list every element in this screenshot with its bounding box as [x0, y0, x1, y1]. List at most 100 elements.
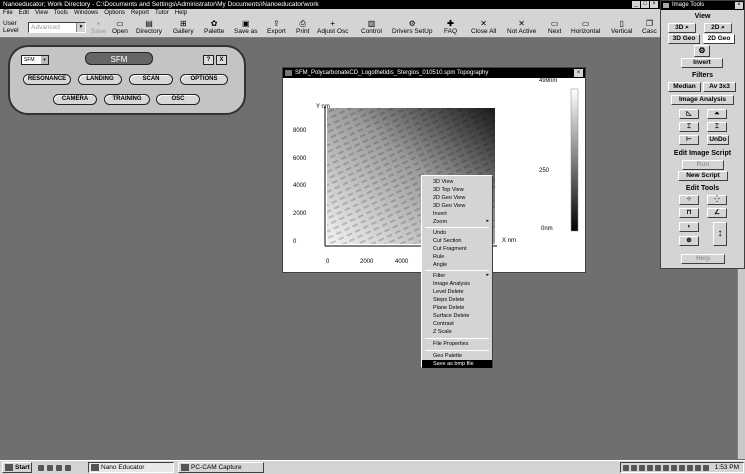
view-3d-geo-button[interactable]: 3D Geo: [668, 34, 700, 44]
menu-windows[interactable]: Windows: [74, 9, 98, 18]
next-button[interactable]: ▭ Next: [548, 19, 561, 36]
gear-icon[interactable]: ⚙: [694, 45, 710, 57]
ruler-tool-icon[interactable]: ⊓: [679, 208, 699, 218]
chevron-down-icon[interactable]: ▼: [41, 56, 48, 64]
points-tool-icon[interactable]: ⁘: [679, 195, 699, 205]
menu-item-invert[interactable]: Invert: [422, 210, 492, 218]
osc-button[interactable]: OSC: [156, 94, 200, 105]
sfm-close-button[interactable]: X: [216, 55, 227, 65]
menu-tutor[interactable]: Tutor: [155, 9, 169, 18]
menu-item-2d-geo-view[interactable]: 2D Geo View: [422, 194, 492, 202]
quick-launch-icon[interactable]: [65, 465, 71, 471]
chevron-down-icon[interactable]: ▼: [76, 23, 85, 32]
scatter-tool-icon[interactable]: ⁛: [707, 195, 727, 205]
save-as-button[interactable]: ▣ Save as: [234, 19, 258, 36]
menu-item-plane-delete[interactable]: Plane Delete: [422, 304, 492, 312]
zoom-tool-icon[interactable]: ⊕: [679, 236, 699, 246]
menu-file[interactable]: File: [3, 9, 13, 18]
sfm-help-button[interactable]: ?: [203, 55, 214, 65]
undo-filter-button[interactable]: UnDo: [707, 135, 729, 145]
view-3d-button[interactable]: 3D ⌕: [668, 23, 696, 33]
palette-button[interactable]: ✿ Palette: [204, 19, 224, 36]
drivers-setup-button[interactable]: ⚙ Drivers SetUp: [392, 19, 432, 36]
average-3x3-button[interactable]: Av 3x3: [703, 82, 736, 92]
menu-item-zoom[interactable]: Zoom: [422, 218, 492, 226]
half-circle-tool-icon[interactable]: ◗: [679, 222, 699, 232]
vertical-scrollbar[interactable]: [737, 269, 745, 459]
angle-tool-icon[interactable]: ∠: [707, 208, 727, 218]
quick-launch-icon[interactable]: [47, 465, 53, 471]
menu-item-surface-delete[interactable]: Surface Delete: [422, 312, 492, 320]
tray-icon[interactable]: [647, 465, 653, 471]
menu-help[interactable]: Help: [175, 9, 187, 18]
menu-item-3d-top-view[interactable]: 3D Top View: [422, 186, 492, 194]
print-button[interactable]: ⎙ Print: [296, 19, 309, 36]
menu-item-image-analysis[interactable]: Image Analysis: [422, 280, 492, 288]
menu-item-z-scale[interactable]: Z Scale: [422, 328, 492, 336]
open-button[interactable]: ▭ Open: [112, 19, 128, 36]
menu-item-3d-geo-view[interactable]: 3D Geo View: [422, 202, 492, 210]
tray-icon[interactable]: [663, 465, 669, 471]
menu-item-steps-delete[interactable]: Steps Delete: [422, 296, 492, 304]
menu-item-save-as-bmp[interactable]: Save as bmp file: [422, 360, 492, 368]
resonance-button[interactable]: RESONANCE: [23, 74, 71, 85]
menu-item-rule[interactable]: Rule: [422, 253, 492, 261]
menu-item-contrast[interactable]: Contrast: [422, 320, 492, 328]
menu-item-file-properties[interactable]: File Properties: [422, 340, 492, 348]
user-level-select[interactable]: Advanced ▼: [28, 22, 86, 33]
camera-button[interactable]: CAMERA: [53, 94, 97, 105]
landing-button[interactable]: LANDING: [78, 74, 122, 85]
close-button[interactable]: ×: [650, 1, 658, 8]
menu-report[interactable]: Report: [131, 9, 149, 18]
tray-icon[interactable]: [703, 465, 709, 471]
maximize-button[interactable]: □: [641, 1, 649, 8]
adjust-osc-button[interactable]: + Adjust Osc: [317, 19, 348, 36]
vertical-button[interactable]: ▯ Vertical: [611, 19, 632, 36]
faq-button[interactable]: ✚ FAQ: [444, 19, 457, 36]
tray-icon[interactable]: [631, 465, 637, 471]
invert-button[interactable]: Invert: [681, 58, 723, 68]
menu-item-undo[interactable]: Undo: [422, 229, 492, 237]
menu-item-filter[interactable]: Filter: [422, 272, 492, 280]
gallery-button[interactable]: ⊞ Gallery: [173, 19, 194, 36]
run-script-button[interactable]: Run: [682, 160, 724, 170]
menu-item-cut-section[interactable]: Cut Section: [422, 237, 492, 245]
tools-help-button[interactable]: Help: [681, 254, 725, 264]
tray-icon[interactable]: [695, 465, 701, 471]
menu-view[interactable]: View: [35, 9, 48, 18]
image-tools-close-button[interactable]: ×: [735, 2, 743, 9]
step-level-icon[interactable]: ⊢: [679, 135, 699, 145]
directory-button[interactable]: ▤ Directory: [136, 19, 162, 36]
menu-options[interactable]: Options: [104, 9, 125, 18]
tray-icon[interactable]: [623, 465, 629, 471]
tray-icon[interactable]: [687, 465, 693, 471]
menu-edit[interactable]: Edit: [19, 9, 29, 18]
task-nano-educator[interactable]: Nano Educator: [88, 462, 174, 473]
tray-icon[interactable]: [655, 465, 661, 471]
view-2d-geo-button[interactable]: 2D Geo: [703, 34, 735, 44]
menu-item-3d-view[interactable]: 3D View: [422, 178, 492, 186]
options-button[interactable]: OPTIONS: [180, 74, 228, 85]
save-button[interactable]: ▪ Save: [91, 19, 106, 36]
menu-tools[interactable]: Tools: [54, 9, 68, 18]
quick-launch-icon[interactable]: [56, 465, 62, 471]
quick-launch-icon[interactable]: [38, 465, 44, 471]
menu-item-geo-palette[interactable]: Geo Palette: [422, 352, 492, 360]
steps-icon[interactable]: ⌶: [679, 122, 699, 132]
view-2d-button[interactable]: 2D ⌕: [704, 23, 732, 33]
menu-item-level-delete[interactable]: Level Delete: [422, 288, 492, 296]
menu-item-cut-fragment[interactable]: Cut Fragment: [422, 245, 492, 253]
level-tilt-icon[interactable]: ◺: [679, 109, 699, 119]
plane-icon[interactable]: ⌶: [707, 122, 727, 132]
topography-close-button[interactable]: ×: [574, 69, 583, 77]
scan-button[interactable]: SCAN: [129, 74, 173, 85]
device-select[interactable]: SFM ▼: [21, 55, 49, 65]
vertical-resize-icon[interactable]: ↕: [713, 222, 727, 246]
cascade-button[interactable]: ❐ Casc: [642, 19, 657, 36]
tray-icon[interactable]: [679, 465, 685, 471]
median-button[interactable]: Median: [668, 82, 701, 92]
horizontal-button[interactable]: ▭ Horizontal: [571, 19, 600, 36]
new-script-button[interactable]: New Script: [678, 171, 728, 181]
image-analysis-button[interactable]: Image Analysis: [671, 95, 734, 105]
menu-item-angle[interactable]: Angle: [422, 261, 492, 269]
